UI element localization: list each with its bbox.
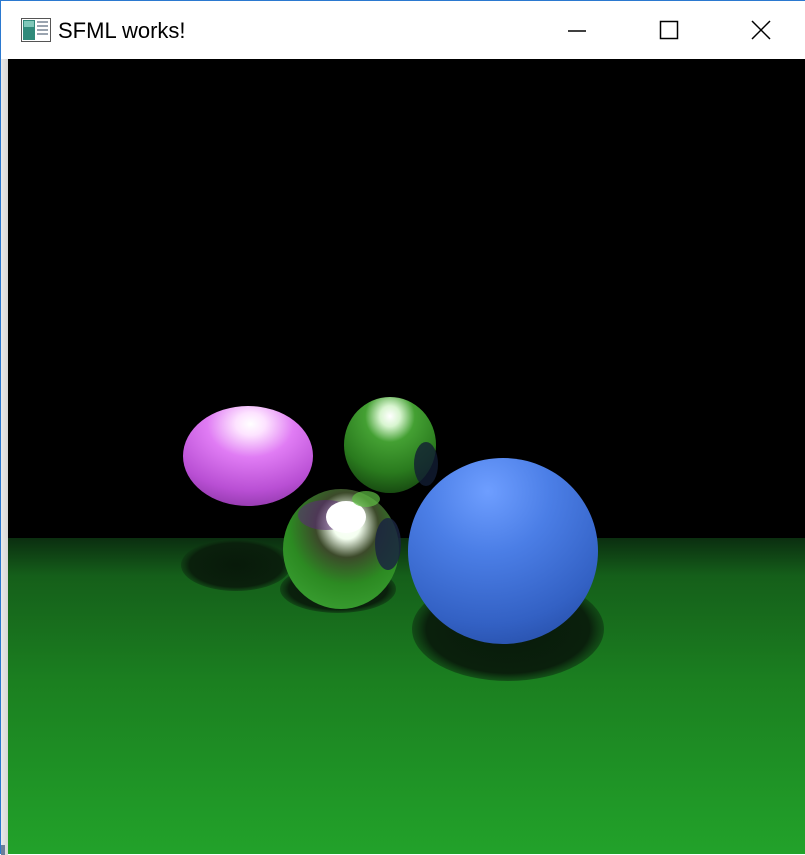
window-title: SFML works! — [58, 18, 186, 43]
title-bar[interactable]: SFML works! — [1, 1, 805, 59]
raytraced-scene — [8, 59, 805, 854]
render-canvas[interactable] — [8, 59, 805, 854]
green-reflection — [352, 491, 380, 507]
minimize-button[interactable] — [531, 1, 623, 59]
sfml-app-icon — [21, 18, 51, 42]
blue-sphere — [408, 458, 598, 644]
window-left-edge — [1, 59, 8, 855]
scene-floor — [8, 538, 805, 854]
pink-sphere — [183, 406, 313, 506]
close-icon — [751, 20, 771, 40]
pink-sphere-shadow — [181, 539, 291, 591]
sphere-reflection — [414, 442, 438, 486]
maximize-icon — [659, 20, 679, 40]
blue-reflection — [375, 518, 401, 570]
maximize-button[interactable] — [623, 1, 715, 59]
app-window: SFML works! — [0, 0, 805, 855]
minimize-icon — [568, 30, 586, 32]
close-button[interactable] — [715, 1, 805, 59]
